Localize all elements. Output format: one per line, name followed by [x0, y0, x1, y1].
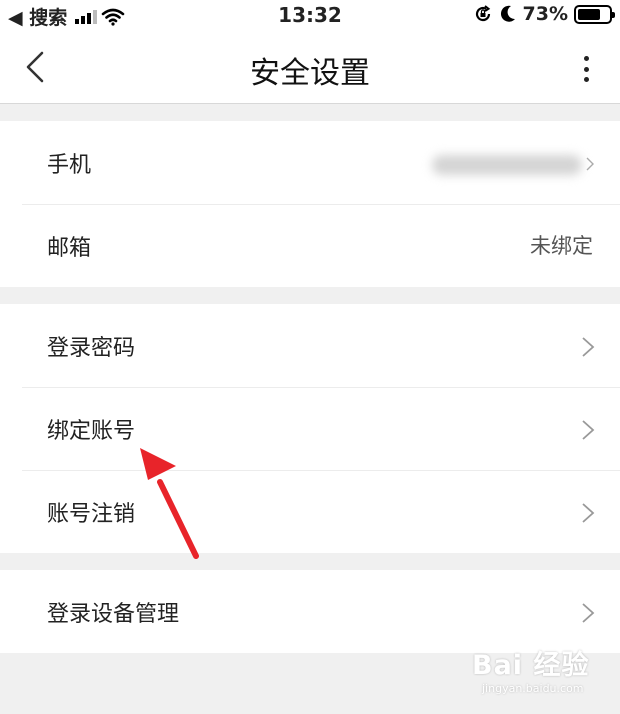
- row-label-linked-accounts: 绑定账号: [47, 419, 136, 444]
- contact-binding-group: 手机 邮箱 未绑定: [0, 121, 620, 287]
- settings-row-login-password[interactable]: 登录密码: [0, 304, 620, 387]
- battery-icon: [574, 4, 615, 24]
- more-vertical-icon[interactable]: [582, 56, 590, 82]
- row-label-login-password: 登录密码: [47, 336, 136, 361]
- status-right: 73%: [473, 3, 615, 25]
- row-label-email: 邮箱: [47, 236, 92, 261]
- email-status-value: 未绑定: [530, 234, 593, 258]
- phone-number-blurred: [432, 155, 582, 175]
- account-security-group: 登录密码 绑定账号 账号注销: [0, 304, 620, 553]
- watermark-main-text: Bai 经验: [472, 650, 590, 681]
- chevron-right-icon: [582, 420, 595, 440]
- chevron-right-icon: [582, 603, 595, 623]
- watermark-logo: Bai 经验 jingyan.baidu.com: [472, 643, 592, 703]
- chevron-right-icon: [582, 503, 595, 523]
- battery-level-fill: [578, 8, 600, 20]
- navigation-bar: 安全设置: [0, 30, 620, 104]
- rotation-lock-icon: [475, 5, 490, 22]
- watermark-sub-text: jingyan.baidu.com: [482, 682, 584, 695]
- chevron-right-icon: [582, 337, 595, 357]
- page-title: 安全设置: [250, 56, 370, 91]
- settings-row-email[interactable]: 邮箱 未绑定: [0, 204, 620, 287]
- status-bar: ◀ 搜索 13:32 73%: [0, 0, 620, 30]
- row-label-login-devices: 登录设备管理: [47, 602, 180, 627]
- battery-percentage: 73%: [522, 3, 568, 25]
- settings-row-login-devices[interactable]: 登录设备管理: [0, 570, 620, 653]
- moon-icon: [500, 5, 515, 22]
- annotation-arrow-icon: [140, 448, 199, 559]
- settings-row-account-deletion[interactable]: 账号注销: [0, 470, 620, 553]
- settings-row-linked-accounts[interactable]: 绑定账号: [0, 387, 620, 470]
- chevron-right-icon: [586, 157, 594, 171]
- row-label-phone: 手机: [47, 153, 92, 178]
- row-label-account-deletion: 账号注销: [47, 502, 136, 527]
- device-management-group: 登录设备管理: [0, 570, 620, 653]
- settings-row-phone[interactable]: 手机: [0, 121, 620, 204]
